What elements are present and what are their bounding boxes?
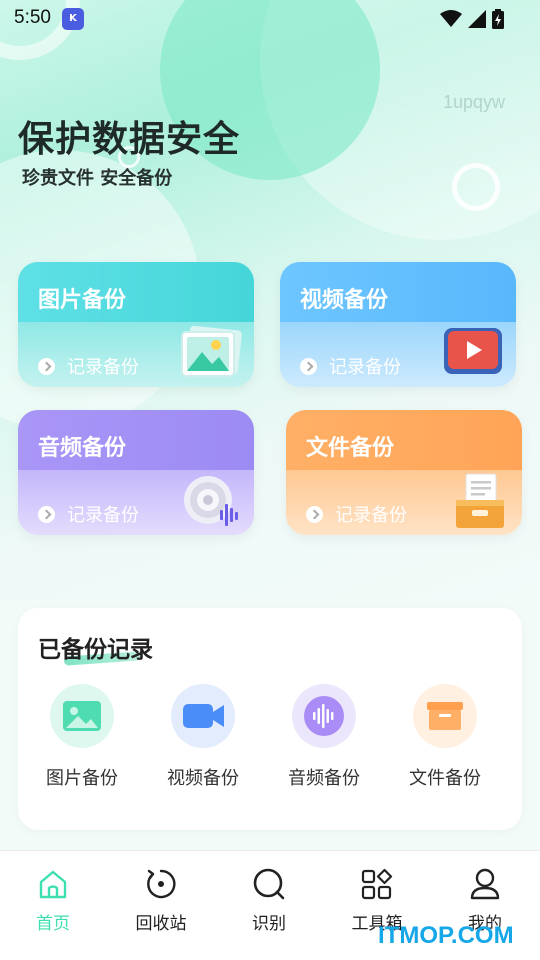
backup-records-panel: 已备份记录 图片备份 视频备份 音频备份 文件备份 (18, 608, 522, 830)
file-backup-card[interactable]: 文件备份 记录备份 (286, 410, 522, 535)
decor-ring (452, 163, 500, 211)
image-icon (50, 684, 114, 748)
record-item-label: 图片备份 (46, 768, 118, 789)
record-backup-label: 记录备份 (335, 505, 407, 526)
record-item-label: 音频备份 (288, 768, 360, 789)
hero-subtitle: 珍贵文件 安全备份 (22, 168, 173, 189)
record-item-label: 视频备份 (167, 768, 239, 789)
user-icon (470, 868, 500, 900)
home-icon (39, 870, 67, 899)
search-icon (253, 868, 285, 900)
tab-recognize[interactable]: 识别 (224, 867, 314, 934)
file-box-icon (456, 473, 504, 528)
video-backup-card[interactable]: 视频备份 记录备份 (280, 262, 516, 387)
card-title: 文件备份 (306, 436, 395, 461)
play-icon (444, 328, 502, 374)
folder-box-icon (413, 684, 477, 748)
hero-title: 保护数据安全 (18, 119, 241, 160)
grid-icon (361, 868, 393, 900)
photo-backup-card[interactable]: 图片备份 记录备份 (18, 262, 254, 387)
tab-recycle-bin[interactable]: 回收站 (116, 867, 206, 934)
speaker-icon (184, 476, 238, 526)
photo-icon (181, 325, 242, 377)
tab-home[interactable]: 首页 (8, 867, 98, 934)
record-backup-label: 记录备份 (67, 505, 139, 526)
record-item-image[interactable]: 图片备份 (32, 684, 132, 790)
watermark-text: 1upqyw (443, 92, 506, 112)
tab-label: 识别 (252, 914, 286, 934)
card-title: 图片备份 (38, 288, 127, 313)
audio-wave-icon (292, 684, 356, 748)
recycle-icon (147, 869, 176, 899)
record-backup-link[interactable]: 记录备份 (38, 353, 139, 379)
app-notification-icon: K (62, 8, 84, 30)
video-camera-icon (171, 684, 235, 748)
record-item-label: 文件备份 (409, 768, 481, 789)
record-backup-label: 记录备份 (67, 357, 139, 378)
card-title: 音频备份 (38, 436, 127, 461)
record-backup-link[interactable]: 记录备份 (38, 501, 139, 527)
brand-watermark: ITMOP.COM (378, 922, 514, 949)
signal-icon (468, 10, 486, 28)
chevron-right-icon (38, 505, 55, 523)
card-title: 视频备份 (300, 288, 389, 313)
record-backup-link[interactable]: 记录备份 (306, 501, 407, 527)
tab-label: 回收站 (135, 914, 187, 934)
record-item-audio[interactable]: 音频备份 (274, 684, 374, 790)
wifi-icon (440, 10, 462, 27)
chevron-right-icon (300, 357, 317, 375)
chevron-right-icon (306, 505, 323, 523)
record-item-file[interactable]: 文件备份 (395, 684, 495, 790)
chevron-right-icon (38, 357, 55, 375)
tab-label: 首页 (36, 914, 70, 934)
record-backup-label: 记录备份 (329, 357, 401, 378)
record-backup-link[interactable]: 记录备份 (300, 353, 401, 379)
records-title: 已备份记录 (38, 637, 153, 663)
status-time: 5:50 (14, 7, 51, 28)
audio-backup-card[interactable]: 音频备份 记录备份 (18, 410, 254, 535)
record-item-video[interactable]: 视频备份 (153, 684, 253, 790)
battery-icon (492, 9, 504, 29)
status-bar: 5:50 K (0, 0, 540, 36)
